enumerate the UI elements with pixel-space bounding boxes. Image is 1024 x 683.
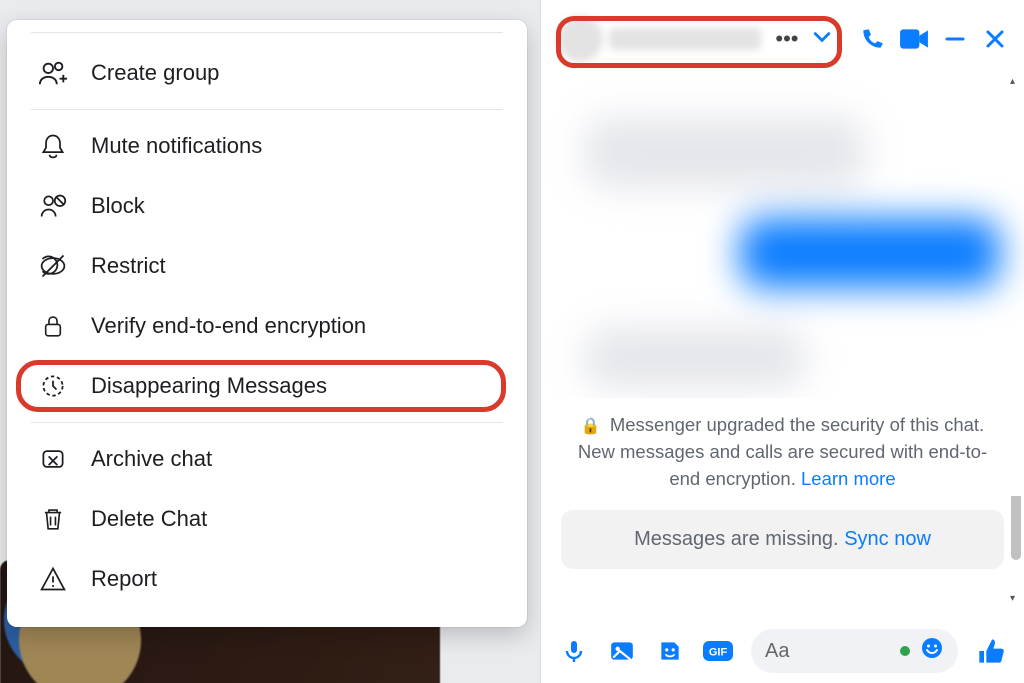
bell-icon bbox=[37, 130, 69, 162]
chat-window: ••• 🔒 Messenger upgraded the security of… bbox=[540, 0, 1024, 683]
menu-item-create-group[interactable]: Create group bbox=[7, 43, 527, 103]
like-button[interactable] bbox=[976, 636, 1006, 666]
menu-item-delete-chat[interactable]: Delete Chat bbox=[7, 489, 527, 549]
chat-composer: GIF Aa bbox=[541, 619, 1024, 683]
gallery-icon[interactable] bbox=[607, 636, 637, 666]
voice-call-button[interactable] bbox=[859, 22, 885, 56]
lock-icon: 🔒 bbox=[581, 418, 601, 435]
video-call-button[interactable] bbox=[899, 22, 929, 56]
contact-name-text bbox=[609, 28, 761, 50]
scroll-up-caret[interactable]: ▴ bbox=[1010, 76, 1015, 87]
messages-missing-banner: Messages are missing. Sync now bbox=[561, 510, 1004, 569]
gif-icon[interactable]: GIF bbox=[703, 636, 733, 666]
restrict-icon bbox=[37, 250, 69, 282]
message-input-placeholder: Aa bbox=[765, 640, 789, 663]
sticker-icon[interactable] bbox=[655, 636, 685, 666]
encryption-notice-text: Messenger upgraded the security of this … bbox=[578, 414, 987, 489]
chat-header: ••• bbox=[541, 0, 1024, 78]
chat-settings-menu: Create group Mute notifications Block bbox=[7, 20, 527, 627]
more-options-icon[interactable]: ••• bbox=[775, 26, 798, 52]
emoji-picker-icon[interactable] bbox=[920, 636, 944, 667]
menu-divider bbox=[31, 422, 503, 423]
avatar bbox=[557, 16, 603, 62]
chevron-down-icon[interactable] bbox=[813, 28, 831, 51]
menu-item-label: Create group bbox=[91, 60, 219, 86]
menu-item-mute[interactable]: Mute notifications bbox=[7, 116, 527, 176]
menu-item-label: Report bbox=[91, 566, 157, 592]
people-plus-icon bbox=[37, 57, 69, 89]
menu-item-disappearing-messages[interactable]: Disappearing Messages bbox=[7, 356, 527, 416]
encryption-notice: 🔒 Messenger upgraded the security of thi… bbox=[541, 398, 1024, 496]
block-user-icon bbox=[37, 190, 69, 222]
menu-item-label: Delete Chat bbox=[91, 506, 207, 532]
trash-icon bbox=[37, 503, 69, 535]
menu-item-label: Archive chat bbox=[91, 446, 212, 472]
menu-item-restrict[interactable]: Restrict bbox=[7, 236, 527, 296]
missing-text: Messages are missing. bbox=[634, 528, 839, 550]
menu-divider bbox=[31, 32, 503, 33]
disappearing-timer-icon bbox=[37, 370, 69, 402]
lock-icon bbox=[37, 310, 69, 342]
menu-item-label: Block bbox=[91, 193, 145, 219]
sync-now-link[interactable]: Sync now bbox=[844, 528, 931, 550]
menu-item-archive[interactable]: Archive chat bbox=[7, 429, 527, 489]
close-button[interactable] bbox=[982, 22, 1008, 56]
minimize-button[interactable] bbox=[943, 22, 969, 56]
chat-contact-name[interactable] bbox=[557, 16, 761, 62]
scroll-down-caret[interactable]: ▾ bbox=[1010, 593, 1015, 604]
menu-divider bbox=[31, 109, 503, 110]
archive-icon bbox=[37, 443, 69, 475]
menu-item-report[interactable]: Report bbox=[7, 549, 527, 609]
menu-item-label: Verify end-to-end encryption bbox=[91, 313, 366, 339]
menu-item-label: Disappearing Messages bbox=[91, 373, 327, 399]
warning-icon bbox=[37, 563, 69, 595]
scrollbar[interactable]: ▴ ▾ bbox=[1009, 80, 1021, 600]
svg-text:GIF: GIF bbox=[709, 647, 728, 659]
menu-item-label: Mute notifications bbox=[91, 133, 262, 159]
message-input[interactable]: Aa bbox=[751, 629, 958, 673]
learn-more-link[interactable]: Learn more bbox=[801, 468, 896, 489]
menu-item-verify-encryption[interactable]: Verify end-to-end encryption bbox=[7, 296, 527, 356]
voice-clip-icon[interactable] bbox=[559, 636, 589, 666]
chat-body: 🔒 Messenger upgraded the security of thi… bbox=[541, 78, 1024, 619]
menu-item-block[interactable]: Block bbox=[7, 176, 527, 236]
active-status-dot bbox=[900, 646, 910, 656]
menu-item-label: Restrict bbox=[91, 253, 166, 279]
